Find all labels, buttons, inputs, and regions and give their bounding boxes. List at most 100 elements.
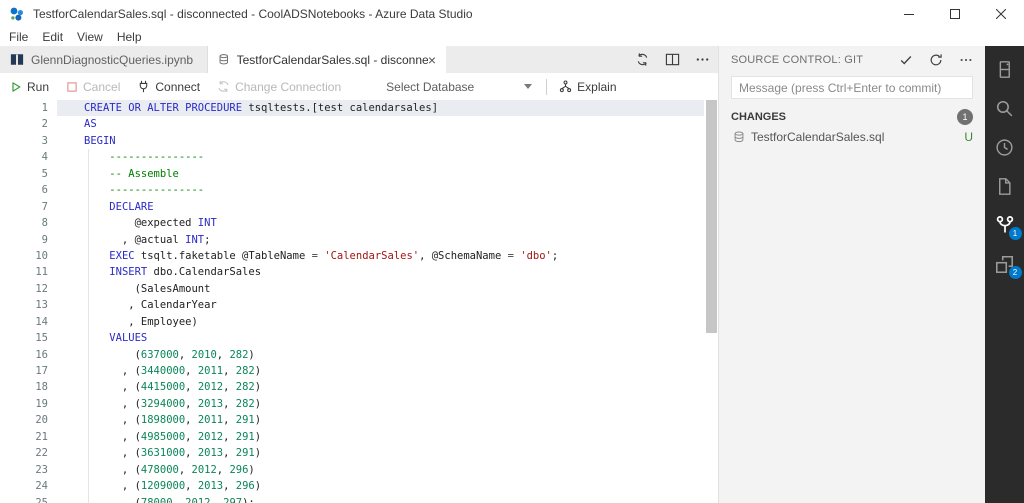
close-window-button[interactable] (978, 0, 1024, 28)
line-content: , (3294000, 2013, 282) (84, 397, 262, 410)
chevron-down-icon (524, 84, 533, 89)
line-number: 3 (41, 134, 48, 147)
editor-scrollbar[interactable] (704, 100, 718, 503)
cancel-button: Cancel (66, 80, 120, 94)
line-content: @expected INT (84, 217, 217, 230)
menu-item-view[interactable]: View (77, 30, 103, 44)
code-line-17[interactable]: 17 , (3440000, 2011, 282) (0, 363, 704, 379)
code-line-22[interactable]: 22 , (3631000, 2013, 291) (0, 445, 704, 461)
change-connection-icon (218, 80, 229, 93)
line-number: 24 (35, 480, 48, 493)
task-history-icon[interactable] (994, 136, 1016, 158)
code-line-11[interactable]: 11 INSERT dbo.CalendarSales (0, 264, 704, 280)
connect-button[interactable]: Connect (137, 80, 200, 94)
line-content: , (4985000, 2012, 291) (84, 430, 262, 443)
line-content: --------------- (109, 151, 205, 164)
code-line-6[interactable]: 6 --------------- (0, 182, 704, 198)
editor-actions (635, 46, 710, 73)
code-lines: 1 CREATE OR ALTER PROCEDURE tsqltests.[te… (0, 100, 704, 503)
line-content: , (78000, 2012, 297); (84, 496, 255, 503)
code-line-1[interactable]: 1 CREATE OR ALTER PROCEDURE tsqltests.[te… (0, 100, 704, 117)
code-line-13[interactable]: 13 , CalendarYear (0, 297, 704, 313)
code-line-14[interactable]: 14 , Employee) (0, 314, 704, 330)
database-icon (219, 54, 229, 65)
scm-more-icon[interactable] (959, 53, 973, 67)
line-content: , CalendarYear (84, 299, 217, 312)
change-connection-button: Change Connection (217, 80, 341, 94)
code-line-24[interactable]: 24 , (1209000, 2013, 296) (0, 478, 704, 494)
scm-header: SOURCE CONTROL: GIT (719, 46, 985, 73)
line-number: 16 (35, 348, 48, 361)
code-line-2[interactable]: 2 AS (0, 116, 704, 132)
code-line-23[interactable]: 23 , (478000, 2012, 296) (0, 462, 704, 478)
run-button[interactable]: Run (10, 80, 49, 94)
select-database-dropdown[interactable]: Select Database (386, 80, 533, 94)
line-content: , (1209000, 2013, 296) (84, 480, 262, 493)
menu-item-help[interactable]: Help (117, 30, 142, 44)
scm-header-actions (899, 53, 973, 67)
explain-button[interactable]: Explain (559, 80, 617, 94)
line-number: 25 (35, 496, 48, 503)
window-controls (886, 0, 1024, 28)
code-line-7[interactable]: 7 DECLARE (0, 199, 704, 215)
tab-label: TestforCalendarSales.sql - disconnected (236, 52, 428, 67)
line-number: 20 (35, 414, 48, 427)
close-tab-icon[interactable]: × (428, 53, 436, 67)
editor-group: GlennDiagnosticQueries.ipynb TestforCale… (0, 46, 718, 503)
code-line-12[interactable]: 12 (SalesAmount (0, 281, 704, 297)
search-icon[interactable] (994, 97, 1016, 119)
code-line-25[interactable]: 25 , (78000, 2012, 297); (0, 495, 704, 503)
code-line-21[interactable]: 21 , (4985000, 2012, 291) (0, 429, 704, 445)
tab-bar: GlennDiagnosticQueries.ipynb TestforCale… (0, 46, 718, 73)
code-line-20[interactable]: 20 , (1898000, 2011, 291) (0, 412, 704, 428)
code-line-5[interactable]: 5 -- Assemble (0, 166, 704, 182)
commit-check-icon[interactable] (899, 53, 913, 67)
changes-count-badge: 1 (957, 109, 973, 125)
connections-icon[interactable] (994, 58, 1016, 80)
extensions-icon[interactable]: 2 (994, 253, 1022, 279)
line-content: , (3631000, 2013, 291) (84, 447, 262, 460)
sync-connection-icon[interactable] (635, 52, 650, 67)
line-number: 10 (35, 249, 48, 262)
line-content: (SalesAmount (84, 282, 211, 295)
code-editor[interactable]: 1 CREATE OR ALTER PROCEDURE tsqltests.[te… (0, 100, 718, 503)
code-line-10[interactable]: 10 EXEC tsqlt.faketable @TableName = 'Ca… (0, 248, 704, 264)
code-line-18[interactable]: 18 , (4415000, 2012, 282) (0, 379, 704, 395)
maximize-button[interactable] (932, 0, 978, 28)
code-line-4[interactable]: 4 --------------- (0, 149, 704, 165)
line-content: , (1898000, 2011, 291) (84, 414, 262, 427)
main-content: GlennDiagnosticQueries.ipynb TestforCale… (0, 46, 1024, 503)
code-line-16[interactable]: 16 (637000, 2010, 282) (0, 347, 704, 363)
menu-item-file[interactable]: File (9, 30, 28, 44)
scrollbar-thumb[interactable] (706, 100, 717, 333)
line-content: INSERT dbo.CalendarSales (109, 266, 262, 279)
notebooks-icon[interactable] (994, 175, 1016, 197)
scm-file-name: TestforCalendarSales.sql (751, 130, 885, 144)
tab-glenndiagnosticqueries[interactable]: GlennDiagnosticQueries.ipynb (0, 46, 208, 73)
more-actions-icon[interactable] (695, 52, 710, 67)
cancel-icon (67, 81, 77, 92)
menu-item-edit[interactable]: Edit (42, 30, 63, 44)
split-editor-icon[interactable] (665, 52, 680, 67)
line-number: 4 (41, 151, 48, 164)
commit-message-input[interactable] (731, 76, 973, 99)
minimize-button[interactable] (886, 0, 932, 28)
scm-file-row[interactable]: TestforCalendarSales.sql U (719, 126, 985, 148)
line-number: 2 (41, 118, 48, 131)
code-line-15[interactable]: 15 VALUES (0, 330, 704, 346)
code-line-3[interactable]: 3 BEGIN (0, 133, 704, 149)
refresh-icon[interactable] (929, 53, 943, 67)
changes-section-header[interactable]: CHANGES 1 (719, 108, 985, 126)
app-logo-icon (9, 6, 25, 22)
code-line-9[interactable]: 9 , @actual INT; (0, 232, 704, 248)
line-number: 14 (35, 315, 48, 328)
tab-testforcalendarsales[interactable]: TestforCalendarSales.sql - disconnected … (208, 46, 446, 73)
source-control-badge: 1 (1008, 227, 1022, 240)
scm-file-list: TestforCalendarSales.sql U (719, 126, 985, 148)
source-control-icon[interactable]: 1 (994, 214, 1022, 240)
line-number: 11 (35, 266, 48, 279)
scm-file-status-untracked: U (964, 130, 973, 144)
notebook-icon (10, 53, 24, 66)
code-line-19[interactable]: 19 , (3294000, 2013, 282) (0, 396, 704, 412)
code-line-8[interactable]: 8 @expected INT (0, 215, 704, 231)
